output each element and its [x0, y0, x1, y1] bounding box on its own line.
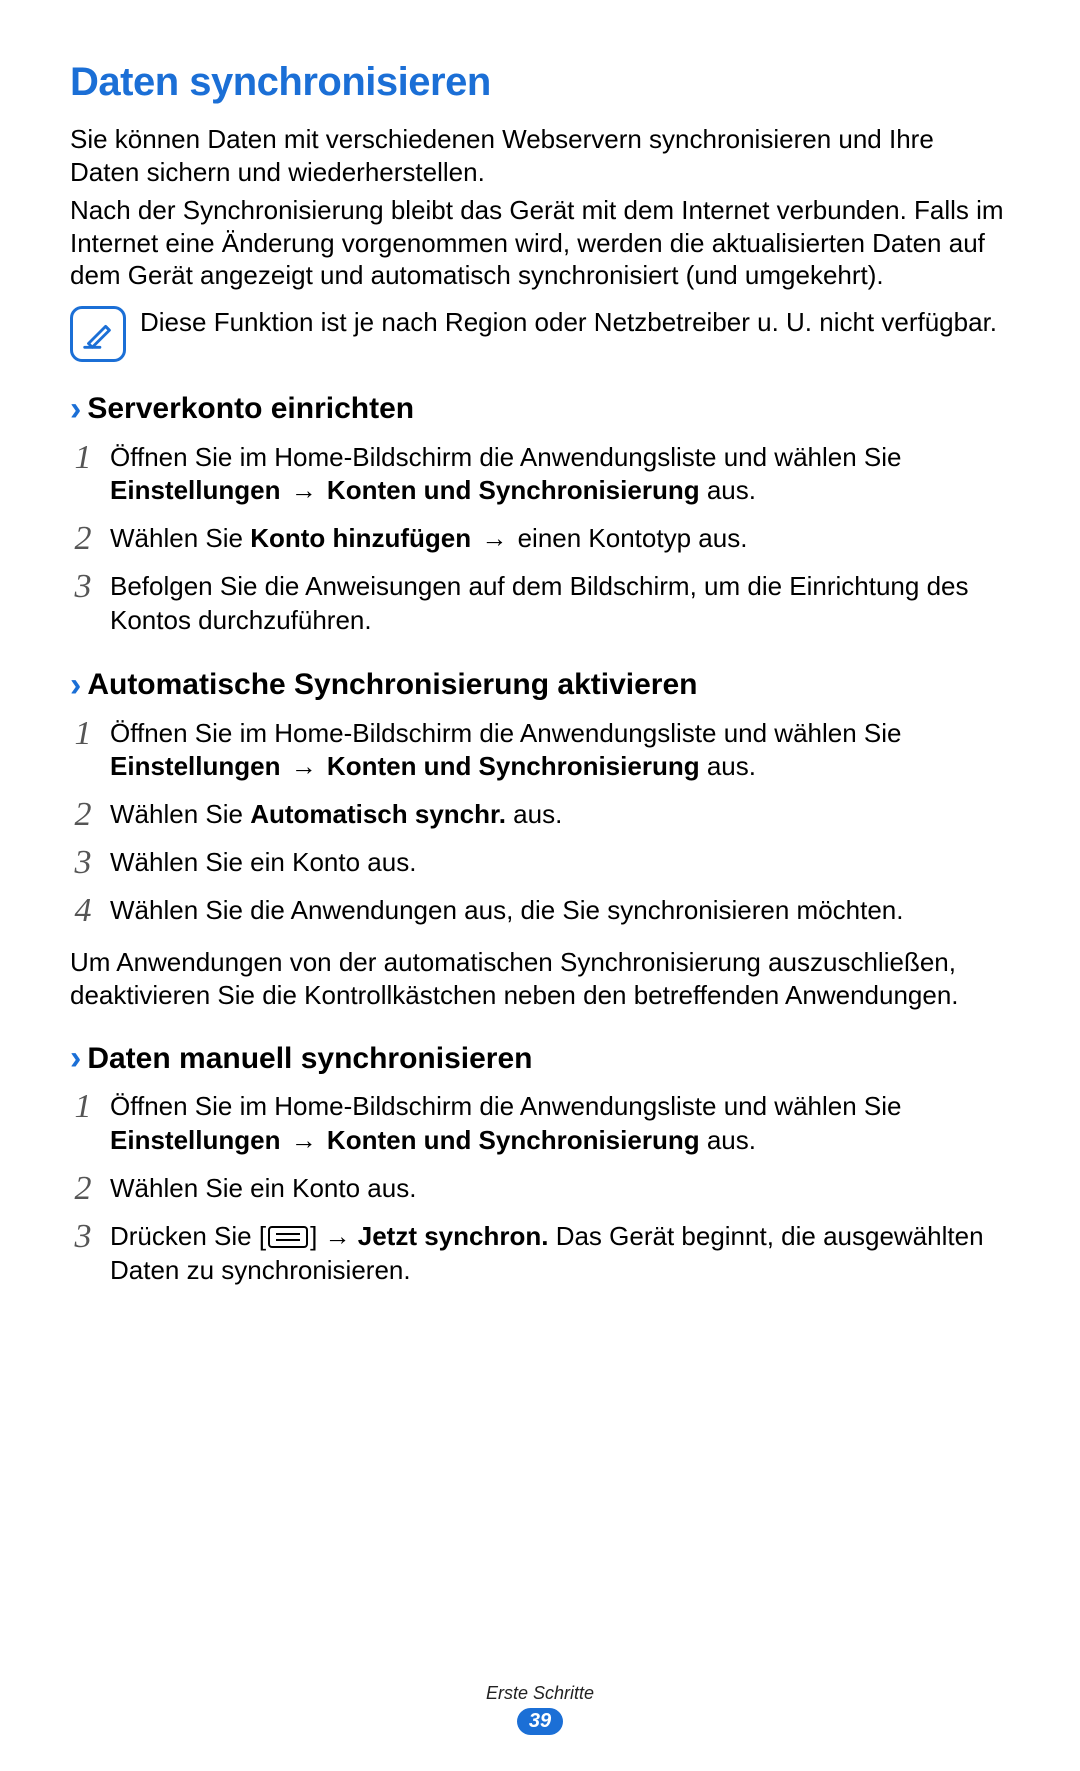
- step-item: 2 Wählen Sie Konto hinzufügen → einen Ko…: [70, 520, 1010, 556]
- step-item: 3 Befolgen Sie die Anweisungen auf dem B…: [70, 568, 1010, 638]
- note-text: Diese Funktion ist je nach Region oder N…: [140, 304, 1010, 339]
- step-body: Wählen Sie Automatisch synchr. aus.: [110, 796, 1010, 832]
- step-number: 3: [70, 568, 96, 604]
- step-number: 2: [70, 1170, 96, 1206]
- step-item: 1 Öffnen Sie im Home-Bildschirm die Anwe…: [70, 439, 1010, 509]
- page-title: Daten synchronisieren: [70, 60, 1010, 105]
- step-item: 3 Wählen Sie ein Konto aus.: [70, 844, 1010, 880]
- step-item: 3 Drücken Sie [] → Jetzt synchron. Das G…: [70, 1218, 1010, 1288]
- step-body: Öffnen Sie im Home-Bildschirm die Anwend…: [110, 439, 1010, 509]
- chevron-right-icon: ›: [70, 666, 81, 705]
- step-body: Wählen Sie Konto hinzufügen → einen Kont…: [110, 520, 1010, 556]
- section-heading-1-text: Serverkonto einrichten: [87, 392, 414, 426]
- step-item: 2 Wählen Sie ein Konto aus.: [70, 1170, 1010, 1206]
- step-item: 1 Öffnen Sie im Home-Bildschirm die Anwe…: [70, 1088, 1010, 1158]
- step-body: Wählen Sie ein Konto aus.: [110, 1170, 1010, 1206]
- step-body: Drücken Sie [] → Jetzt synchron. Das Ger…: [110, 1218, 1010, 1288]
- step-number: 3: [70, 1218, 96, 1254]
- note-block: Diese Funktion ist je nach Region oder N…: [70, 304, 1010, 362]
- section-2-trailing-paragraph: Um Anwendungen von der automatischen Syn…: [70, 946, 1010, 1011]
- section-heading-1: › Serverkonto einrichten: [70, 390, 1010, 429]
- step-body: Öffnen Sie im Home-Bildschirm die Anwend…: [110, 1088, 1010, 1158]
- chevron-right-icon: ›: [70, 390, 81, 429]
- step-item: 4 Wählen Sie die Anwendungen aus, die Si…: [70, 892, 1010, 928]
- chevron-right-icon: ›: [70, 1039, 81, 1078]
- footer-chapter: Erste Schritte: [0, 1683, 1080, 1704]
- page-footer: Erste Schritte 39: [0, 1683, 1080, 1735]
- section-heading-3: › Daten manuell synchronisieren: [70, 1039, 1010, 1078]
- step-number: 4: [70, 892, 96, 928]
- step-number: 2: [70, 796, 96, 832]
- section-heading-3-text: Daten manuell synchronisieren: [87, 1042, 532, 1076]
- step-item: 1 Öffnen Sie im Home-Bildschirm die Anwe…: [70, 715, 1010, 785]
- step-number: 3: [70, 844, 96, 880]
- note-icon: [70, 306, 126, 362]
- intro-paragraph-2: Nach der Synchronisierung bleibt das Ger…: [70, 194, 1010, 292]
- step-body: Wählen Sie ein Konto aus.: [110, 844, 1010, 880]
- step-item: 2 Wählen Sie Automatisch synchr. aus.: [70, 796, 1010, 832]
- step-body: Befolgen Sie die Anweisungen auf dem Bil…: [110, 568, 1010, 638]
- section-heading-2: › Automatische Synchronisierung aktivier…: [70, 666, 1010, 705]
- step-body: Öffnen Sie im Home-Bildschirm die Anwend…: [110, 715, 1010, 785]
- page-number-badge: 39: [517, 1708, 563, 1735]
- step-number: 2: [70, 520, 96, 556]
- step-number: 1: [70, 1088, 96, 1124]
- step-body: Wählen Sie die Anwendungen aus, die Sie …: [110, 892, 1010, 928]
- section-heading-2-text: Automatische Synchronisierung aktivieren: [87, 668, 697, 702]
- step-number: 1: [70, 439, 96, 475]
- manual-page: Daten synchronisieren Sie können Daten m…: [0, 0, 1080, 1771]
- menu-button-icon: [268, 1226, 308, 1248]
- step-number: 1: [70, 715, 96, 751]
- intro-paragraph-1: Sie können Daten mit verschiedenen Webse…: [70, 123, 1010, 188]
